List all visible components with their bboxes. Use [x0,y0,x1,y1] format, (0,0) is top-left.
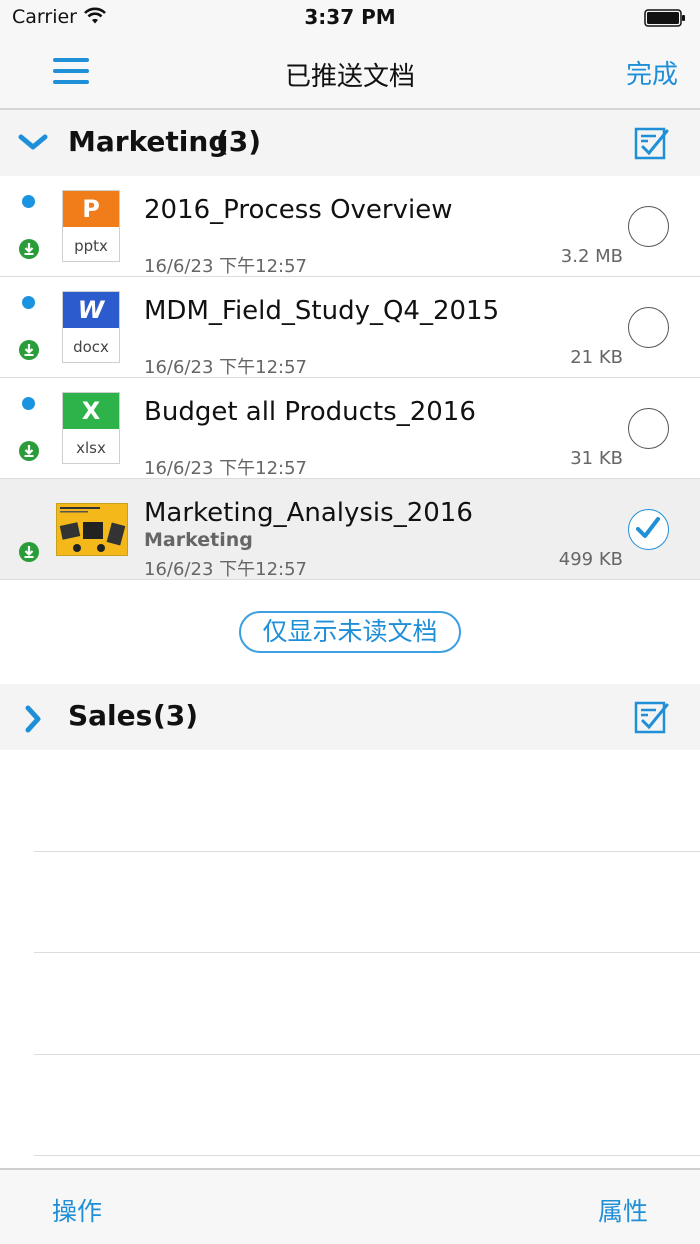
document-size: 499 KB [558,549,623,570]
unread-dot [22,296,35,309]
document-size: 31 KB [570,448,623,469]
document-size: 3.2 MB [560,246,623,267]
document-folder: Marketing [144,529,253,551]
unread-dot [22,397,35,410]
select-radio[interactable] [628,307,669,348]
document-date: 16/6/23 下午12:57 [144,458,307,479]
downloaded-icon [19,441,39,465]
select-all-icon[interactable] [634,125,670,165]
document-name: Marketing_Analysis_2016 [144,498,473,528]
document-date: 16/6/23 下午12:57 [144,559,307,580]
select-radio[interactable] [628,408,669,449]
list-separator [34,1054,700,1055]
document-name: 2016_Process Overview [144,195,453,225]
xlsx-file-icon: X xlsx [62,392,120,464]
done-button[interactable]: 完成 [626,54,678,91]
downloaded-icon [19,542,39,566]
list-item[interactable]: W docx MDM_Field_Study_Q4_2015 16/6/23 下… [0,277,700,378]
list-item[interactable]: P pptx 2016_Process Overview 16/6/23 下午1… [0,176,700,277]
select-all-icon[interactable] [634,699,670,739]
clock: 3:37 PM [304,5,396,29]
list-separator [34,851,700,852]
downloaded-icon [19,340,39,364]
document-date: 16/6/23 下午12:57 [144,357,307,378]
status-bar: Carrier 3:37 PM [0,0,700,36]
section-header-sales[interactable]: Sales (3) [0,684,700,750]
downloaded-icon [19,239,39,263]
section-header-marketing[interactable]: Marketing (3) [0,110,700,176]
document-size: 21 KB [570,347,623,368]
properties-button[interactable]: 属性 [598,1192,648,1228]
list-separator [34,1155,700,1156]
document-name: MDM_Field_Study_Q4_2015 [144,296,500,326]
nav-bar: 已推送文档 完成 [0,36,700,110]
section-title: Marketing [68,125,229,158]
list-item[interactable]: X xlsx Budget all Products_2016 16/6/23 … [0,378,700,479]
battery-icon [644,9,686,31]
section-count: (3) [216,125,262,158]
unread-dot [22,195,35,208]
chevron-right-icon[interactable] [18,704,48,738]
show-unread-only-button[interactable]: 仅显示未读文档 [239,611,461,653]
docx-file-icon: W docx [62,291,120,363]
bottom-toolbar: 操作 属性 [0,1168,700,1244]
section-title: Sales [68,699,153,732]
actions-button[interactable]: 操作 [52,1192,102,1228]
document-date: 16/6/23 下午12:57 [144,256,307,277]
list-item[interactable]: Marketing_Analysis_2016 Marketing 16/6/2… [0,479,700,580]
page-title: 已推送文档 [284,62,415,92]
list-separator [34,952,700,953]
select-radio[interactable] [628,206,669,247]
checkmark-icon [636,517,660,538]
pptx-file-icon: P pptx [62,190,120,262]
document-thumbnail [56,503,128,556]
chevron-down-icon[interactable] [18,130,48,158]
select-radio-checked[interactable] [628,509,669,550]
section-count: (3) [153,699,199,732]
document-name: Budget all Products_2016 [144,397,476,427]
